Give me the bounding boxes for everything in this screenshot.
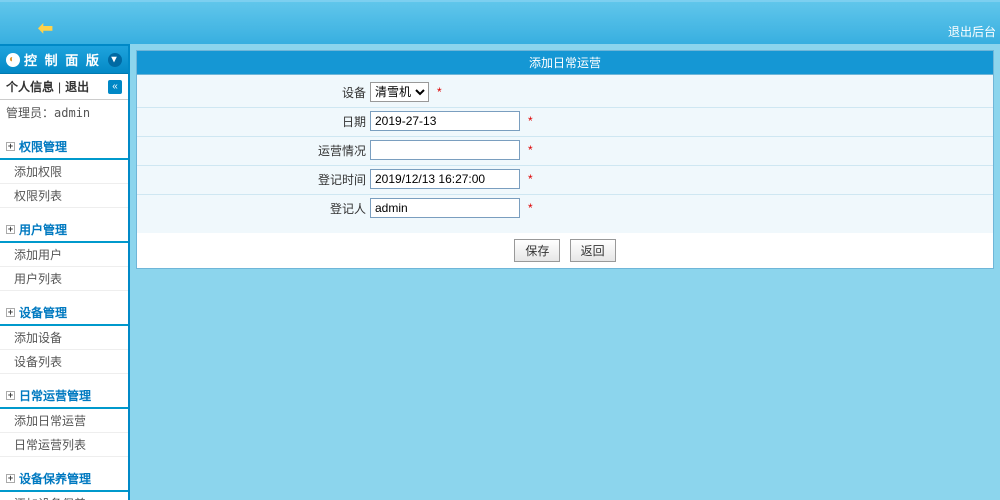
required-mark: *: [528, 114, 533, 128]
admin-label: 管理员：admin: [0, 100, 128, 125]
registrant-label: 登记人: [145, 200, 370, 217]
required-mark: *: [528, 172, 533, 186]
sidebar-item-add-operation[interactable]: 添加日常运营: [0, 409, 128, 433]
sidebar-user-line: 个人信息 | 退出 «: [0, 74, 128, 100]
sidebar-group-maintenance[interactable]: + 设备保养管理: [0, 467, 128, 492]
registrant-input[interactable]: [370, 198, 520, 218]
plus-icon: +: [6, 391, 15, 400]
plus-icon: +: [6, 225, 15, 234]
sidebar-group-devices[interactable]: + 设备管理: [0, 301, 128, 326]
panel-title: 添加日常运营: [137, 51, 993, 75]
required-mark: *: [528, 201, 533, 215]
sidebar-logout-link[interactable]: 退出: [65, 78, 89, 95]
sidebar-group-users[interactable]: + 用户管理: [0, 218, 128, 243]
back-arrow-icon[interactable]: ⬅: [38, 18, 53, 39]
sidebar-group-operations[interactable]: + 日常运营管理: [0, 384, 128, 409]
sidebar-item-add-permission[interactable]: 添加权限: [0, 160, 128, 184]
back-button[interactable]: 返回: [570, 239, 616, 262]
collapse-icon[interactable]: «: [108, 80, 122, 94]
plus-icon: +: [6, 142, 15, 151]
regtime-label: 登记时间: [145, 171, 370, 188]
sidebar: ◐ 控 制 面 版 ▾ 个人信息 | 退出 « 管理员：admin + 权限管理…: [0, 44, 130, 500]
disc-icon: ◐: [6, 53, 20, 67]
save-button[interactable]: 保存: [514, 239, 560, 262]
date-label: 日期: [145, 113, 370, 130]
sidebar-item-add-maintenance[interactable]: 添加设备保养: [0, 492, 128, 500]
date-input[interactable]: [370, 111, 520, 131]
sidebar-item-user-list[interactable]: 用户列表: [0, 267, 128, 291]
device-select[interactable]: 清雪机: [370, 82, 429, 102]
form-panel: 添加日常运营 设备 清雪机 * 日期: [136, 50, 994, 269]
plus-icon: +: [6, 474, 15, 483]
personal-info-link[interactable]: 个人信息: [6, 78, 54, 95]
plus-icon: +: [6, 308, 15, 317]
chevron-down-icon[interactable]: ▾: [108, 53, 122, 67]
sidebar-item-permission-list[interactable]: 权限列表: [0, 184, 128, 208]
device-label: 设备: [145, 84, 370, 101]
top-toolbar: ⬅ 退出后台: [0, 0, 1000, 44]
status-input[interactable]: [370, 140, 520, 160]
sidebar-item-device-list[interactable]: 设备列表: [0, 350, 128, 374]
regtime-input[interactable]: [370, 169, 520, 189]
sidebar-item-operation-list[interactable]: 日常运营列表: [0, 433, 128, 457]
sidebar-title-text: 控 制 面 版: [24, 50, 101, 69]
sidebar-item-add-device[interactable]: 添加设备: [0, 326, 128, 350]
sidebar-group-permissions[interactable]: + 权限管理: [0, 135, 128, 160]
logout-top-link[interactable]: 退出后台: [948, 23, 996, 40]
sidebar-title: ◐ 控 制 面 版 ▾: [0, 46, 128, 74]
sidebar-item-add-user[interactable]: 添加用户: [0, 243, 128, 267]
required-mark: *: [528, 143, 533, 157]
required-mark: *: [437, 85, 442, 99]
status-label: 运营情况: [145, 142, 370, 159]
